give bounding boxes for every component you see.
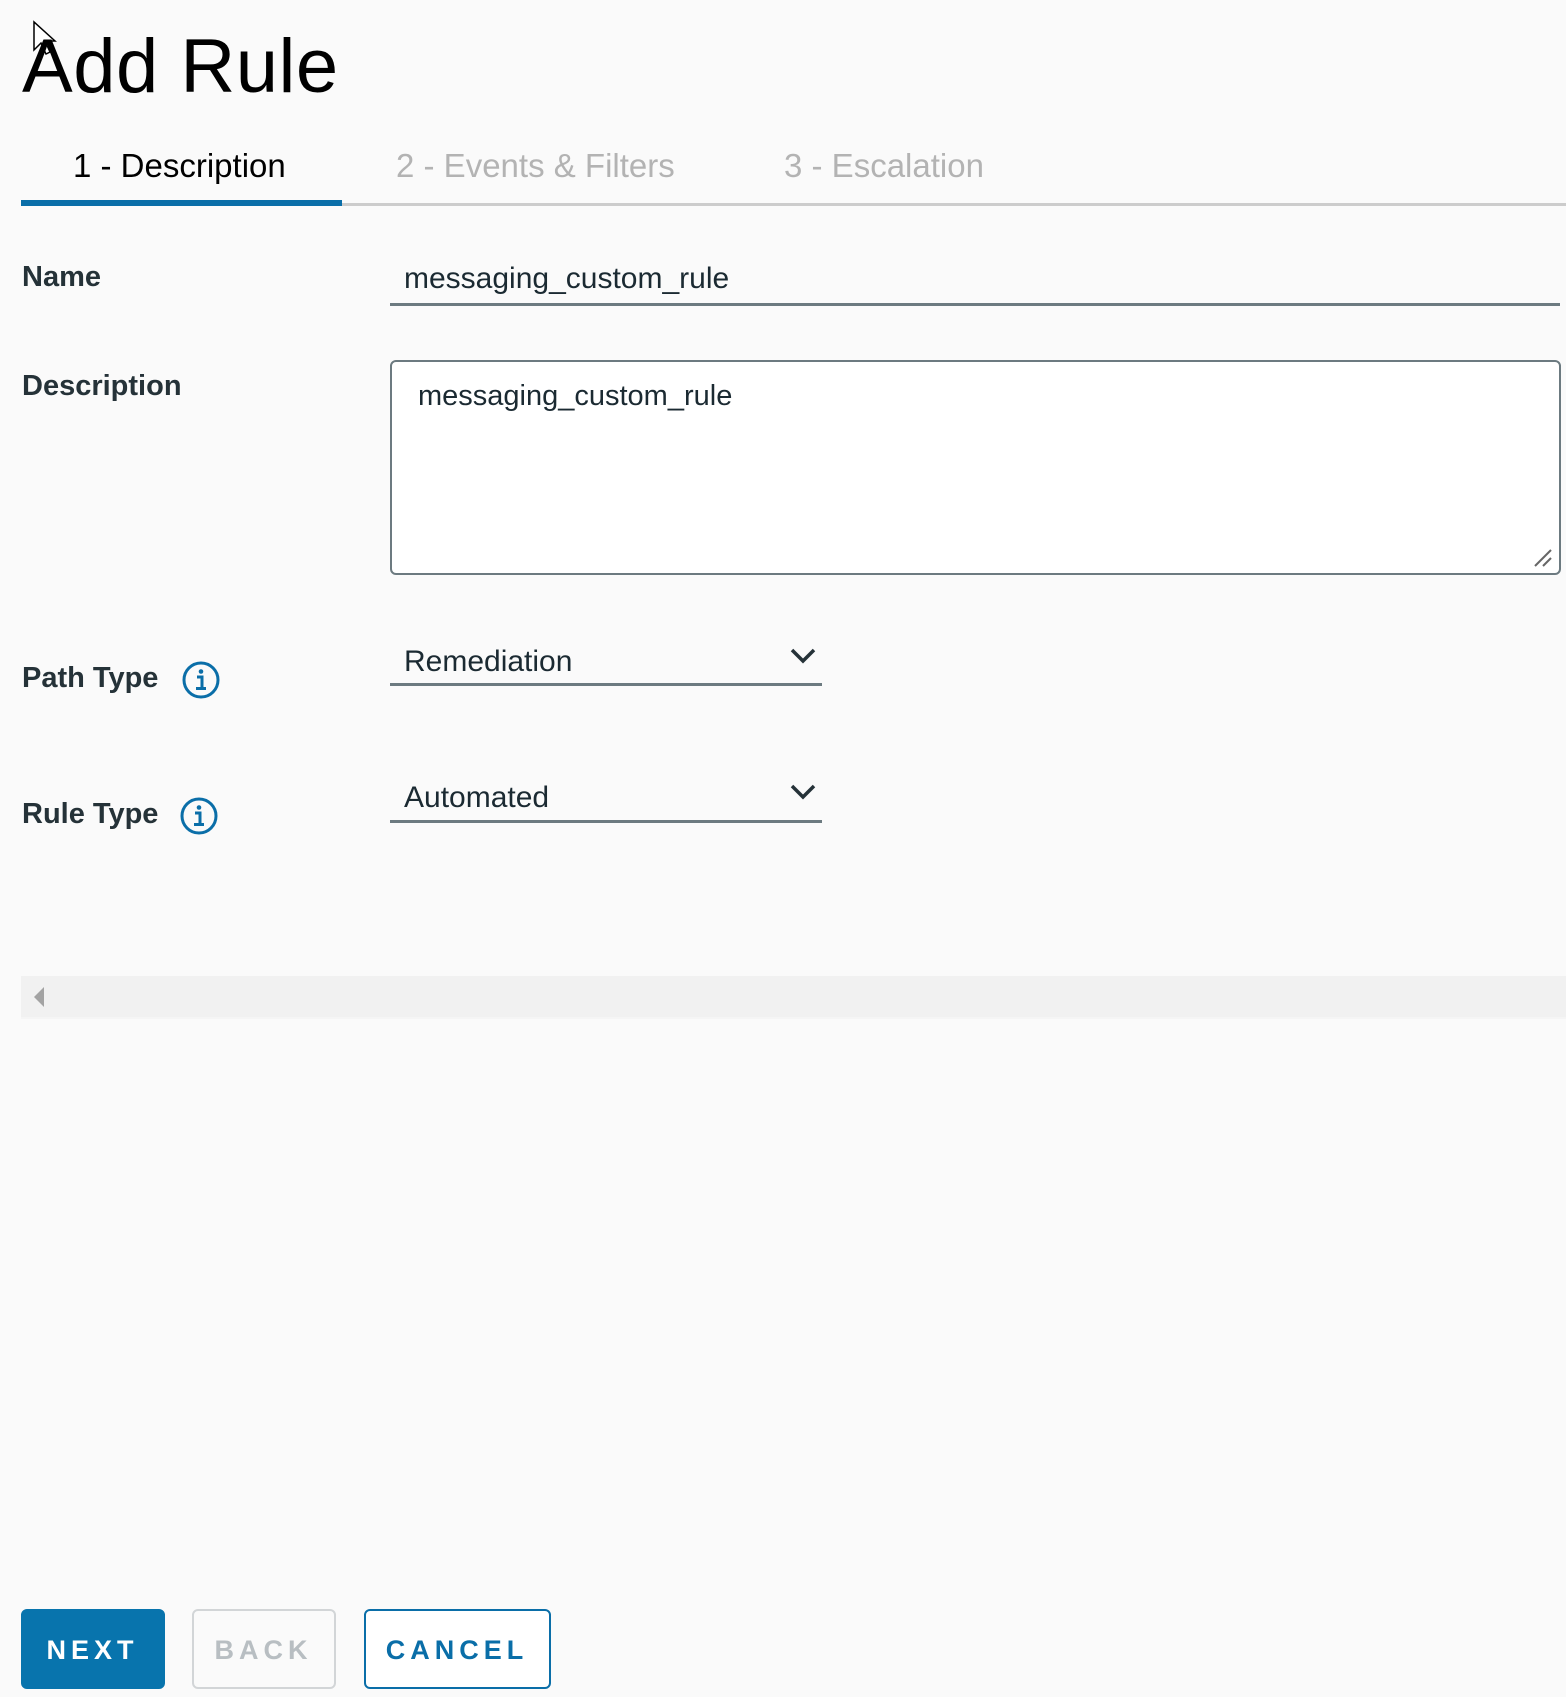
rule-type-select[interactable]: Automated bbox=[390, 776, 822, 823]
rule-type-label: Rule Type bbox=[22, 798, 159, 830]
active-tab-indicator bbox=[21, 200, 342, 206]
path-type-select[interactable]: Remediation bbox=[390, 640, 822, 686]
description-label: Description bbox=[22, 370, 182, 402]
back-button[interactable]: BACK bbox=[192, 1609, 336, 1689]
resize-grip-icon[interactable] bbox=[1533, 547, 1553, 567]
cancel-button[interactable]: CANCEL bbox=[364, 1609, 551, 1689]
tab-escalation[interactable]: 3 - Escalation bbox=[784, 144, 984, 188]
description-field: messaging_custom_rule bbox=[390, 360, 1561, 575]
tab-events-filters[interactable]: 2 - Events & Filters bbox=[396, 144, 675, 188]
path-type-info-icon[interactable] bbox=[181, 660, 221, 700]
next-button[interactable]: NEXT bbox=[21, 1609, 165, 1689]
tab-description[interactable]: 1 - Description bbox=[73, 144, 286, 188]
horizontal-scrollbar[interactable] bbox=[21, 976, 1566, 1019]
path-type-label: Path Type bbox=[22, 662, 159, 694]
page-title: Add Rule bbox=[22, 24, 339, 109]
scroll-left-arrow-icon[interactable] bbox=[34, 987, 44, 1007]
rule-type-value: Automated bbox=[404, 781, 550, 814]
rule-type-info-icon[interactable] bbox=[179, 796, 219, 836]
wizard-tabs: 1 - Description 2 - Events & Filters 3 -… bbox=[21, 140, 1566, 206]
path-type-value: Remediation bbox=[404, 645, 573, 678]
name-input[interactable] bbox=[390, 254, 1560, 306]
description-textarea[interactable]: messaging_custom_rule bbox=[390, 360, 1561, 575]
chevron-down-icon bbox=[790, 648, 816, 664]
chevron-down-icon bbox=[790, 784, 816, 800]
name-label: Name bbox=[22, 261, 101, 293]
